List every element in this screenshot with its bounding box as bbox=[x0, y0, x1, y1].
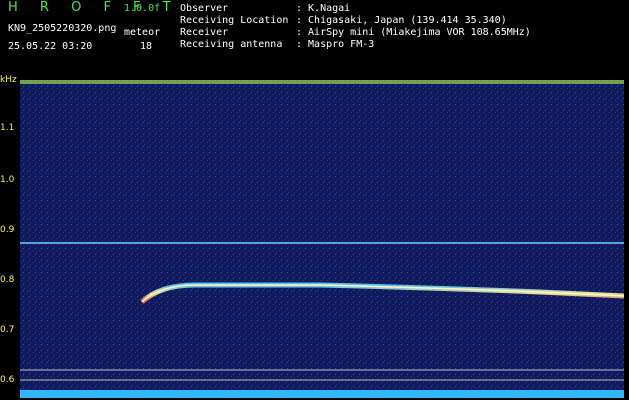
location-label: Receiving Location bbox=[180, 15, 289, 26]
antenna-label: Receiving antenna bbox=[180, 39, 283, 50]
observer-label: Observer bbox=[180, 3, 229, 14]
y-tick-label: 1.0 bbox=[0, 175, 15, 185]
y-tick-label: 0.9 bbox=[0, 225, 15, 235]
y-tick-label: 0.8 bbox=[0, 275, 15, 285]
y-tick-label: 0.7 bbox=[0, 325, 15, 335]
receiver-label: Receiver bbox=[180, 27, 229, 38]
app-version: 1.0.0f bbox=[124, 3, 161, 14]
y-tick-label: 1.1 bbox=[0, 123, 15, 133]
y-axis-unit: kHz bbox=[0, 75, 17, 85]
receiver-value: : AirSpy mini (Miakejima VOR 108.65MHz) bbox=[296, 27, 531, 38]
top-signal-band bbox=[20, 80, 624, 84]
observer-value: : K.Nagai bbox=[296, 3, 351, 14]
file-name: KN9_2505220320.png bbox=[8, 23, 117, 34]
location-value: : Chigasaki, Japan (139.414 35.340) bbox=[296, 15, 507, 26]
meteor-count: 18 bbox=[140, 41, 153, 52]
spectrogram-plot bbox=[20, 80, 624, 398]
spectrogram-background bbox=[20, 80, 624, 398]
antenna-value: : Maspro FM-3 bbox=[296, 39, 375, 50]
bottom-signal-band bbox=[20, 390, 624, 398]
datetime: 25.05.22 03:20 bbox=[8, 41, 93, 52]
y-tick-label: 0.6 bbox=[0, 375, 15, 385]
meteor-label: meteor bbox=[124, 27, 161, 38]
